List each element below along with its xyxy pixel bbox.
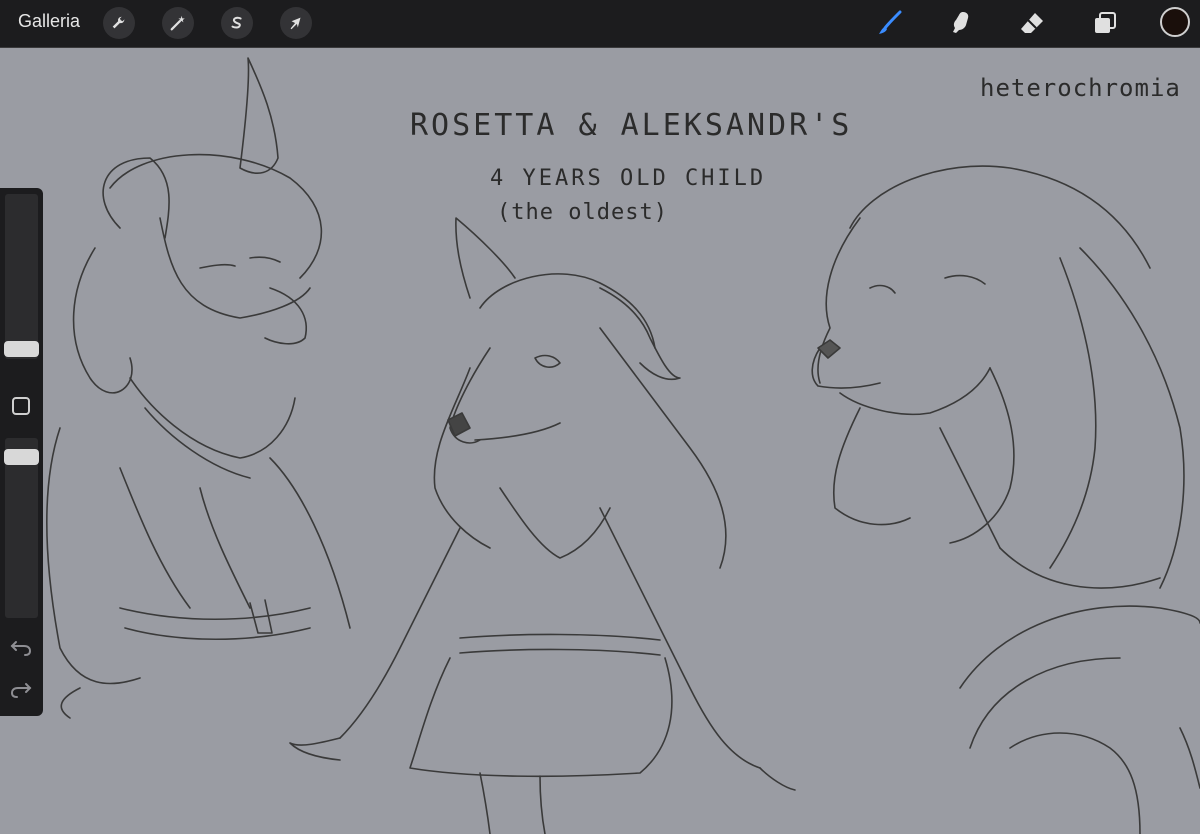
undo-icon[interactable] [8,634,34,660]
top-toolbar: Galleria [0,0,1200,48]
brush-opacity-handle[interactable] [4,449,39,465]
brush-size-slider[interactable] [5,194,38,359]
selection-button[interactable] [221,7,253,39]
note-age: 4 YEARS OLD CHILD [490,166,767,191]
eraser-icon [1021,13,1043,33]
note-heterochromia: heterochromia [980,74,1181,102]
gallery-button[interactable]: Galleria [18,11,80,32]
actions-button[interactable] [103,7,135,39]
arrow-cursor-icon [290,17,301,30]
color-picker-button[interactable] [1160,7,1190,37]
eraser-button[interactable] [1015,6,1049,40]
modifier-square-icon[interactable] [12,397,30,415]
brush-opacity-slider[interactable] [5,438,38,618]
note-oldest: (the oldest) [497,200,668,225]
sidebar-panel [0,188,43,716]
drawing-canvas[interactable]: ROSETTA & ALEKSANDR'S 4 YEARS OLD CHILD … [0,48,1200,834]
redo-icon[interactable] [8,676,34,702]
layers-icon [1095,12,1116,33]
adjustments-button[interactable] [162,7,194,39]
magic-wand-icon [170,15,185,31]
wrench-icon [112,16,125,29]
brush-size-handle[interactable] [4,341,39,357]
smudge-finger-icon [953,12,969,33]
selection-s-icon [231,16,242,29]
brush-button[interactable] [873,6,907,40]
brush-icon [879,10,902,34]
smudge-button[interactable] [944,6,978,40]
layers-button[interactable] [1088,6,1122,40]
note-title: ROSETTA & ALEKSANDR'S [410,108,853,143]
transform-button[interactable] [280,7,312,39]
